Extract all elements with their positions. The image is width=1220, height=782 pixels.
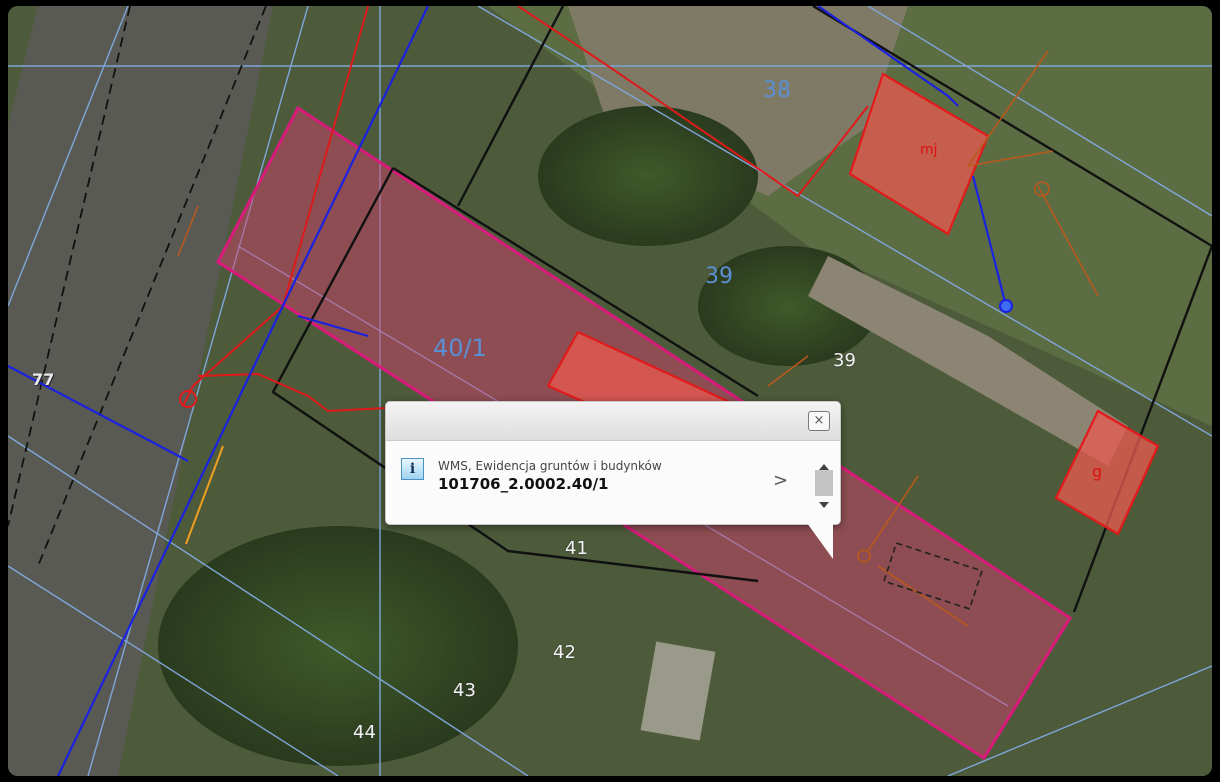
popup-pointer bbox=[807, 523, 833, 559]
parcel-label-42: 42 bbox=[553, 642, 576, 663]
parcel-label-39: 39 bbox=[705, 264, 733, 289]
tree-canopy bbox=[158, 526, 518, 766]
feature-info-popup: × i WMS, Ewidencja gruntów i budynków 10… bbox=[385, 401, 841, 525]
parcel-label-44: 44 bbox=[353, 722, 376, 743]
info-icon: i bbox=[401, 458, 424, 480]
building-label-mj: mj bbox=[920, 142, 938, 158]
popup-scrollbar[interactable] bbox=[813, 464, 835, 514]
tree-canopy bbox=[538, 106, 758, 246]
map-frame: 38 39 39 40/1 41 42 43 44 77 mj g × i WM… bbox=[0, 0, 1220, 782]
chevron-right-icon[interactable]: > bbox=[773, 470, 788, 491]
parcel-label-38: 38 bbox=[763, 78, 791, 103]
scroll-thumb[interactable] bbox=[815, 470, 833, 496]
building-label-g: g bbox=[1092, 462, 1103, 481]
parcel-label-40-1: 40/1 bbox=[433, 334, 487, 362]
parcel-label-77: 77 bbox=[32, 370, 55, 389]
scroll-down-icon[interactable] bbox=[819, 502, 829, 508]
parcel-label-41: 41 bbox=[565, 538, 588, 559]
popup-header: × bbox=[386, 402, 840, 441]
close-button[interactable]: × bbox=[808, 411, 830, 431]
layer-source: WMS, Ewidencja gruntów i budynków bbox=[438, 459, 662, 473]
feature-identifier[interactable]: 101706_2.0002.40/1 bbox=[438, 475, 609, 493]
parcel-label-43: 43 bbox=[453, 680, 476, 701]
parcel-label-39-secondary: 39 bbox=[833, 350, 856, 371]
map-canvas[interactable] bbox=[8, 6, 1212, 776]
map-view[interactable]: 38 39 39 40/1 41 42 43 44 77 mj g bbox=[8, 6, 1212, 776]
water-node bbox=[999, 299, 1013, 313]
